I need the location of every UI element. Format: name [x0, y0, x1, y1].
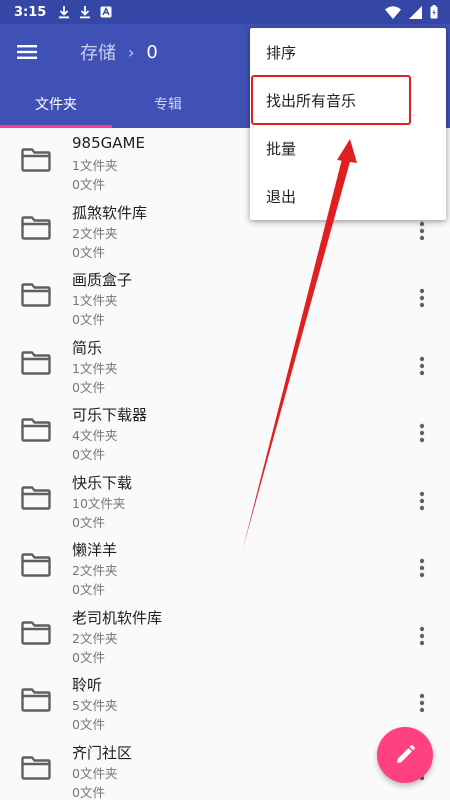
folder-icon	[21, 553, 51, 577]
folder-file-count: 0文件	[72, 379, 105, 395]
folder-icon	[21, 755, 51, 780]
breadcrumb-root[interactable]: 存储	[80, 39, 116, 65]
folder-subfolder-count: 2文件夹	[72, 563, 118, 578]
folder-icon	[21, 688, 51, 712]
notification-icons	[58, 5, 112, 19]
list-item[interactable]: 可乐下载器 4文件夹 0文件	[0, 398, 450, 466]
folder-icon	[21, 350, 51, 375]
folder-list: 985GAME 1文件夹 0文件 孤煞软件库 2文件夹 0文件 画质盒子 1文件夹 0文件 简乐 1…	[0, 128, 450, 800]
menu-item-batch[interactable]: 批量	[250, 124, 446, 172]
breadcrumb-current[interactable]: 0	[146, 42, 157, 63]
list-item[interactable]: 聆听 5文件夹 0文件	[0, 668, 450, 736]
folder-file-count: 0文件	[72, 312, 105, 327]
menu-icon[interactable]	[14, 38, 42, 66]
list-item[interactable]: 老司机软件库 2文件夹 0文件	[0, 601, 450, 669]
folder-icon	[21, 283, 51, 307]
more-vertical-icon[interactable]	[410, 286, 434, 310]
menu-item-sort[interactable]: 排序	[250, 28, 446, 76]
download-icon	[80, 6, 91, 19]
app-notification-icon	[100, 6, 112, 18]
folder-name: 可乐下载器	[72, 406, 148, 424]
annotation-highlight-box	[251, 75, 411, 125]
folder-file-count: 0文件	[72, 717, 105, 732]
folder-file-count: 0文件	[72, 649, 105, 665]
folder-icon	[21, 620, 51, 645]
folder-name: 懒洋羊	[72, 541, 118, 559]
folder-file-count: 0文件	[72, 447, 105, 462]
folder-subfolder-count: 1文件夹	[72, 360, 118, 376]
edit-fab[interactable]	[377, 727, 433, 783]
folder-file-count: 0文件	[72, 244, 105, 260]
breadcrumb: 存储 › 0	[80, 24, 158, 80]
tab-albums[interactable]: 专辑	[112, 80, 224, 128]
battery-icon	[430, 5, 438, 19]
signal-icon	[409, 5, 422, 19]
folder-icon	[21, 215, 51, 240]
folder-subfolder-count: 4文件夹	[72, 428, 118, 443]
more-vertical-icon[interactable]	[410, 624, 434, 648]
folder-subfolder-count: 5文件夹	[72, 698, 118, 713]
folder-subfolder-count: 2文件夹	[72, 225, 118, 241]
list-item[interactable]: 画质盒子 1文件夹 0文件	[0, 263, 450, 331]
folder-name: 老司机软件库	[72, 608, 163, 627]
folder-subfolder-count: 1文件夹	[72, 293, 118, 308]
folder-file-count: 0文件	[72, 177, 105, 192]
more-vertical-icon[interactable]	[410, 489, 434, 513]
folder-name: 孤煞软件库	[72, 203, 148, 222]
folder-subfolder-count: 0文件夹	[72, 765, 118, 781]
list-item[interactable]: 简乐 1文件夹 0文件	[0, 331, 450, 399]
folder-icon	[21, 485, 51, 510]
more-vertical-icon[interactable]	[410, 219, 434, 243]
edit-icon	[397, 745, 415, 763]
folder-file-count: 0文件	[72, 582, 105, 597]
list-item[interactable]: 快乐下载 10文件夹 0文件	[0, 466, 450, 534]
download-icon	[59, 6, 70, 19]
folder-name: 画质盒子	[72, 271, 133, 289]
system-icons	[385, 0, 438, 24]
wifi-icon	[385, 5, 401, 19]
folder-name: 聆听	[72, 676, 103, 694]
folder-name: 快乐下载	[72, 473, 133, 492]
folder-file-count: 0文件	[72, 784, 105, 800]
more-vertical-icon[interactable]	[410, 691, 434, 715]
app-screen: 3:15 存储 › 0 文件夹 专辑 985GAME 1文件夹 0文件 孤煞软件…	[0, 0, 450, 800]
status-time: 3:15	[14, 4, 47, 20]
folder-name: 985GAME	[72, 134, 145, 152]
folder-subfolder-count: 2文件夹	[72, 630, 118, 646]
status-bar: 3:15	[0, 0, 450, 24]
folder-name: 简乐	[72, 338, 103, 357]
folder-subfolder-count: 1文件夹	[72, 158, 118, 173]
folder-subfolder-count: 10文件夹	[72, 495, 126, 511]
folder-file-count: 0文件	[72, 514, 105, 530]
list-item[interactable]: 懒洋羊 2文件夹 0文件	[0, 533, 450, 601]
more-vertical-icon[interactable]	[410, 354, 434, 378]
menu-item-exit[interactable]: 退出	[250, 172, 446, 220]
folder-icon	[21, 148, 51, 172]
more-vertical-icon[interactable]	[410, 421, 434, 445]
folder-name: 齐门社区	[72, 743, 133, 762]
more-vertical-icon[interactable]	[410, 556, 434, 580]
folder-icon	[21, 418, 51, 442]
breadcrumb-separator: ›	[128, 42, 135, 62]
tab-folders[interactable]: 文件夹	[0, 80, 112, 128]
